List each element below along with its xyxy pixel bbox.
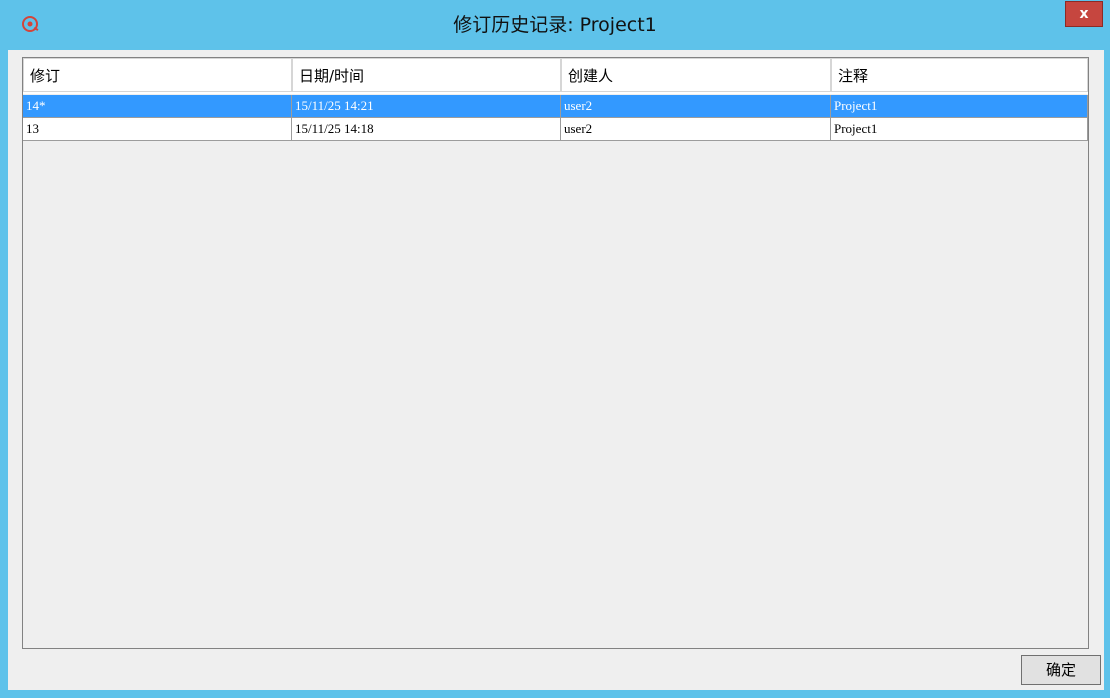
cell-datetime: 15/11/25 14:18: [292, 118, 561, 141]
dialog-body: 修订 日期/时间 创建人 注释 14* 15/11/25 14:21 user2…: [8, 50, 1104, 690]
column-header-revision[interactable]: 修订: [23, 58, 292, 92]
cell-revision: 13: [23, 118, 292, 141]
cell-creator: user2: [561, 95, 831, 118]
column-header-datetime[interactable]: 日期/时间: [292, 58, 561, 92]
revision-table[interactable]: 修订 日期/时间 创建人 注释 14* 15/11/25 14:21 user2…: [22, 57, 1089, 649]
cell-revision: 14*: [23, 95, 292, 118]
window-title: 修订历史记录: Project1: [453, 14, 657, 36]
close-button[interactable]: x: [1065, 1, 1103, 27]
column-header-comment[interactable]: 注释: [831, 58, 1088, 92]
cell-creator: user2: [561, 118, 831, 141]
title-bar[interactable]: 修订历史记录: Project1 x: [0, 0, 1110, 50]
table-row[interactable]: 13 15/11/25 14:18 user2 Project1: [23, 118, 1088, 141]
ok-button[interactable]: 确定: [1021, 655, 1101, 685]
table-header: 修订 日期/时间 创建人 注释: [23, 58, 1088, 94]
column-header-creator[interactable]: 创建人: [561, 58, 831, 92]
table-row[interactable]: 14* 15/11/25 14:21 user2 Project1: [23, 95, 1088, 118]
revision-history-dialog: 修订历史记录: Project1 x 修订 日期/时间 创建人 注释 14* 1…: [0, 0, 1110, 698]
cell-comment: Project1: [831, 95, 1088, 118]
cell-datetime: 15/11/25 14:21: [292, 95, 561, 118]
cell-comment: Project1: [831, 118, 1088, 141]
